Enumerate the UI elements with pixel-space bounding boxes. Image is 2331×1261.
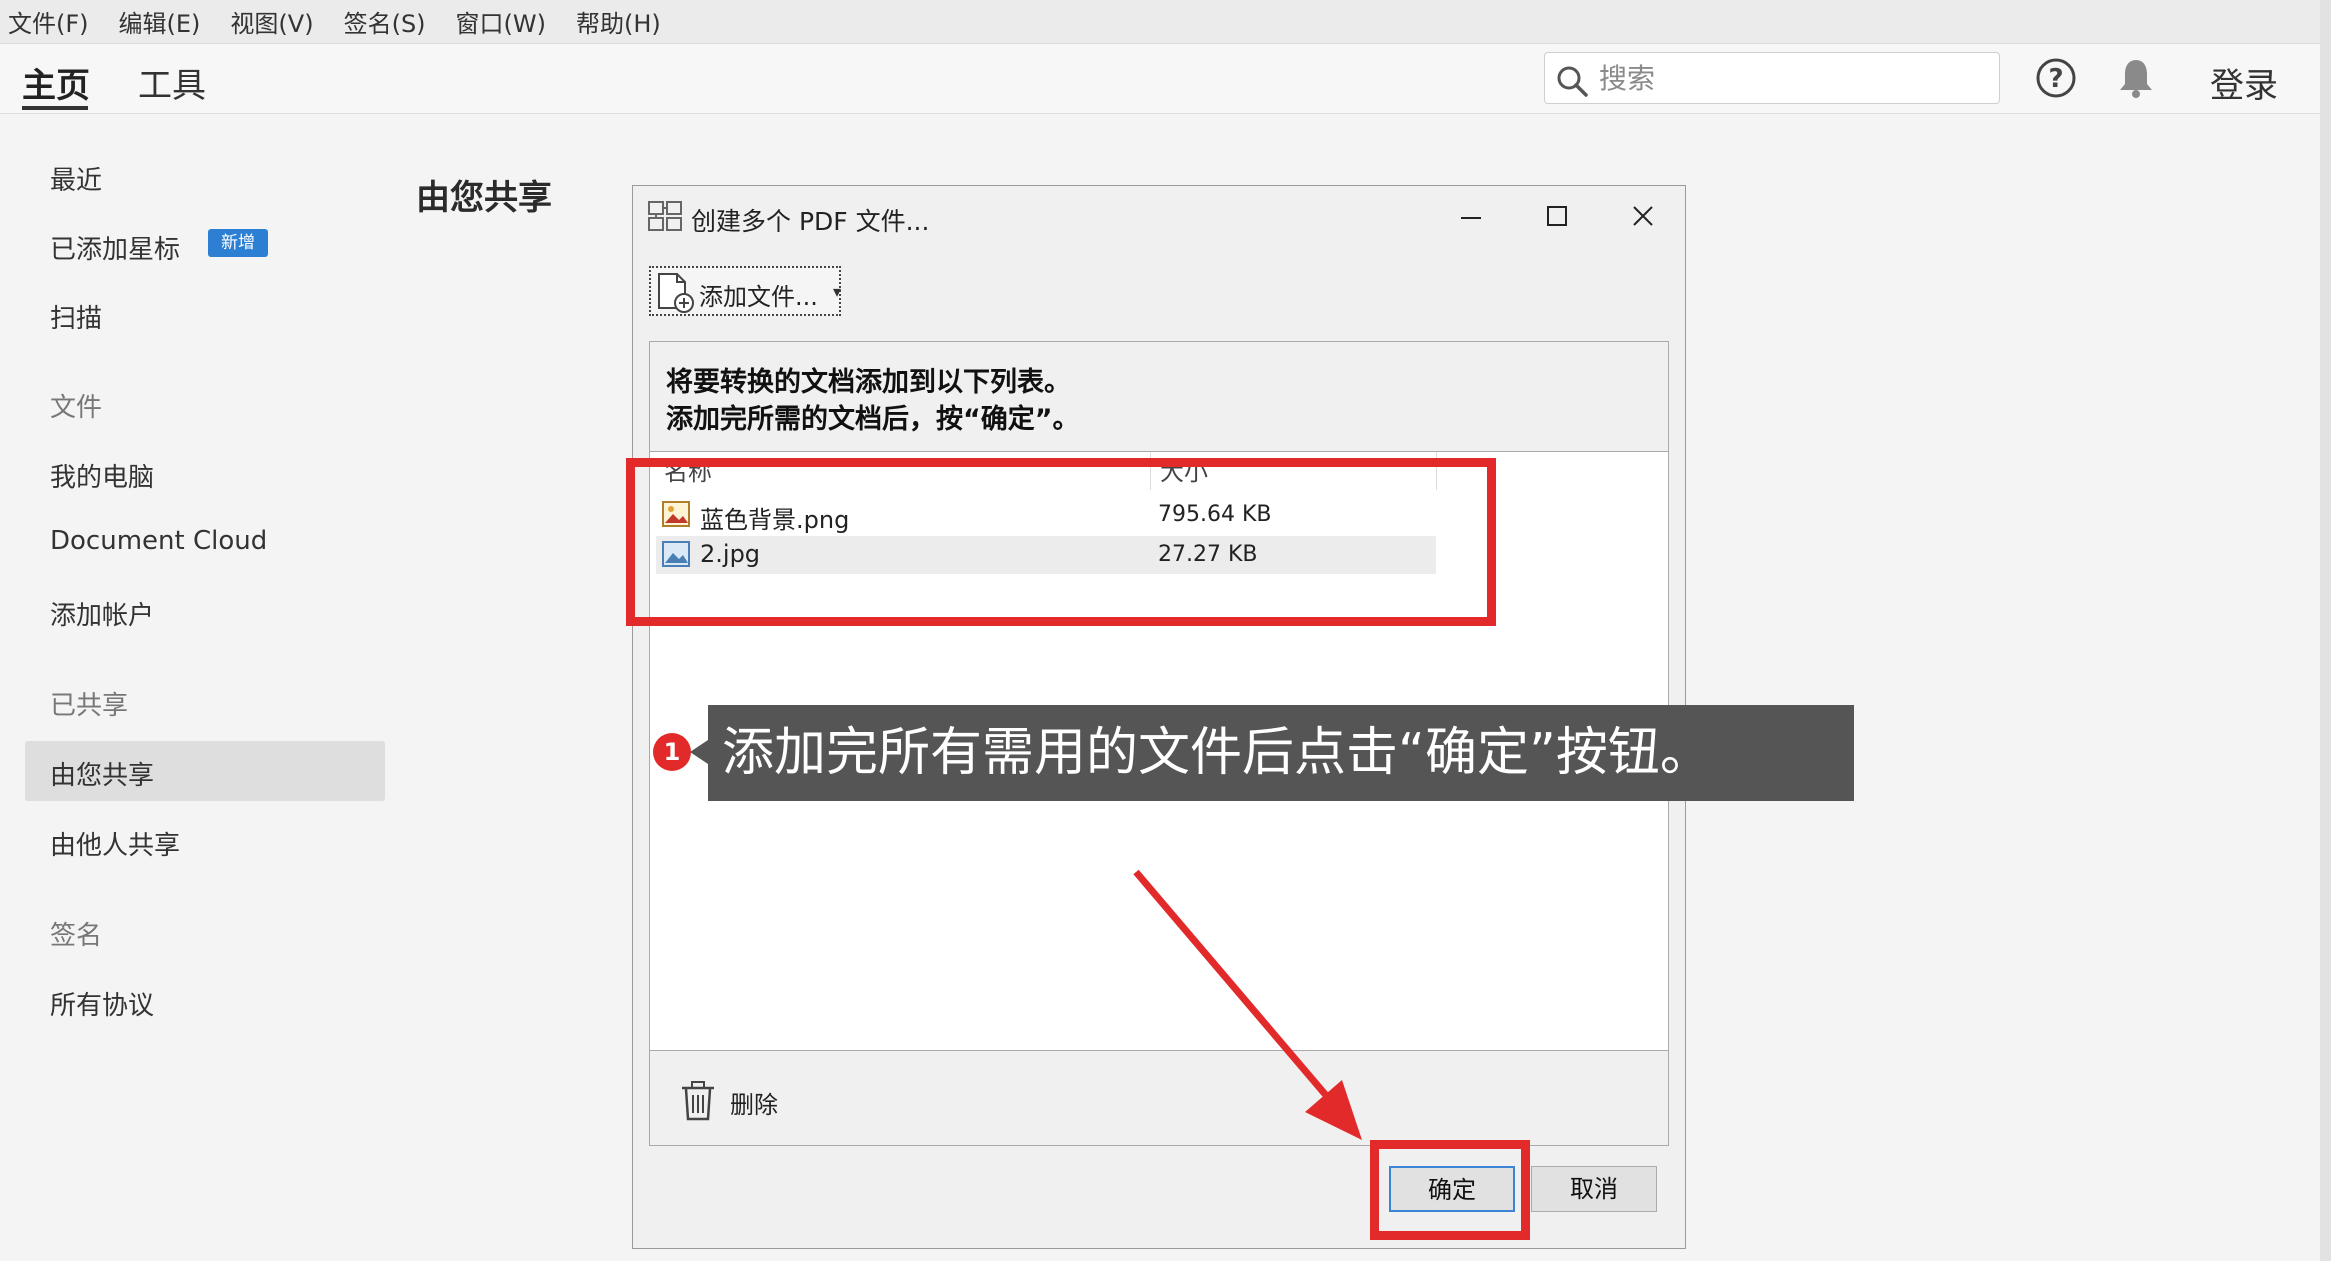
new-badge: 新增 bbox=[208, 229, 268, 257]
search-input[interactable] bbox=[1599, 61, 1979, 95]
tab-tools[interactable]: 工具 bbox=[138, 58, 206, 107]
menu-file[interactable]: 文件(F) bbox=[8, 4, 89, 39]
menu-help[interactable]: 帮助(H) bbox=[576, 4, 661, 39]
sidebar-group-files: 文件 bbox=[50, 393, 103, 423]
page-title: 由您共享 bbox=[416, 178, 552, 218]
sidebar-item-document-cloud[interactable]: Document Cloud bbox=[50, 526, 267, 556]
menu-edit[interactable]: 编辑(E) bbox=[119, 4, 201, 39]
sidebar-item-all-agreements[interactable]: 所有协议 bbox=[50, 985, 154, 1022]
minimize-icon[interactable] bbox=[1451, 196, 1491, 236]
sidebar-group-sign: 签名 bbox=[50, 921, 103, 951]
tab-home[interactable]: 主页 bbox=[22, 58, 90, 107]
dialog-title: 创建多个 PDF 文件... bbox=[691, 207, 930, 236]
list-toolbar: 删除 bbox=[649, 1051, 1669, 1146]
trash-icon bbox=[682, 1081, 714, 1121]
sidebar-item-shared-by-others[interactable]: 由他人共享 bbox=[50, 825, 180, 862]
sidebar-item-recent[interactable]: 最近 bbox=[50, 160, 102, 197]
add-file-icon bbox=[658, 273, 694, 313]
instruction-callout: 添加完所有需用的文件后点击“确定”按钮。 bbox=[708, 705, 1854, 801]
sidebar-item-shared-by-you[interactable]: 由您共享 bbox=[50, 755, 154, 792]
top-bar: 主页 工具 ? 登录 bbox=[0, 44, 2331, 114]
sidebar: 最近 已添加星标 新增 扫描 文件 我的电脑 Document Cloud 添加… bbox=[0, 115, 400, 1261]
close-icon[interactable] bbox=[1623, 196, 1663, 236]
svg-text:?: ? bbox=[2048, 64, 2063, 94]
sidebar-item-starred[interactable]: 已添加星标 bbox=[50, 229, 180, 266]
menu-window[interactable]: 窗口(W) bbox=[456, 4, 546, 39]
cancel-button[interactable]: 取消 bbox=[1531, 1166, 1657, 1212]
add-files-label: 添加文件... bbox=[699, 283, 818, 311]
add-files-button[interactable]: 添加文件... ▾ bbox=[649, 266, 841, 316]
sidebar-item-scan[interactable]: 扫描 bbox=[50, 298, 102, 335]
login-button[interactable]: 登录 bbox=[2210, 58, 2278, 107]
sidebar-group-shared: 已共享 bbox=[50, 691, 129, 721]
bell-icon[interactable] bbox=[2116, 56, 2156, 100]
sidebar-item-my-computer[interactable]: 我的电脑 bbox=[50, 457, 154, 494]
sidebar-item-add-account[interactable]: 添加帐户 bbox=[50, 595, 154, 632]
highlight-file-list bbox=[626, 458, 1496, 626]
step-number: 1 bbox=[653, 733, 691, 771]
search-box[interactable] bbox=[1544, 52, 2000, 104]
highlight-ok-button bbox=[1370, 1140, 1530, 1240]
window-edge bbox=[2320, 0, 2331, 1261]
search-icon bbox=[1557, 66, 1588, 97]
maximize-icon[interactable] bbox=[1537, 196, 1577, 236]
instruction-line-1: 将要转换的文档添加到以下列表。 bbox=[666, 367, 1071, 398]
instruction-line-2: 添加完所需的文档后，按“确定”。 bbox=[666, 404, 1080, 435]
menu-view[interactable]: 视图(V) bbox=[230, 4, 313, 39]
chevron-down-icon[interactable]: ▾ bbox=[833, 282, 841, 301]
menu-sign[interactable]: 签名(S) bbox=[344, 4, 426, 39]
multi-pdf-icon bbox=[648, 201, 682, 231]
tab-home-underline bbox=[22, 106, 88, 110]
instruction-panel: 将要转换的文档添加到以下列表。 添加完所需的文档后，按“确定”。 bbox=[649, 341, 1669, 453]
delete-label: 删除 bbox=[730, 1091, 778, 1119]
menu-bar: 文件(F) 编辑(E) 视图(V) 签名(S) 窗口(W) 帮助(H) bbox=[0, 0, 2331, 44]
help-icon[interactable]: ? bbox=[2034, 56, 2078, 100]
